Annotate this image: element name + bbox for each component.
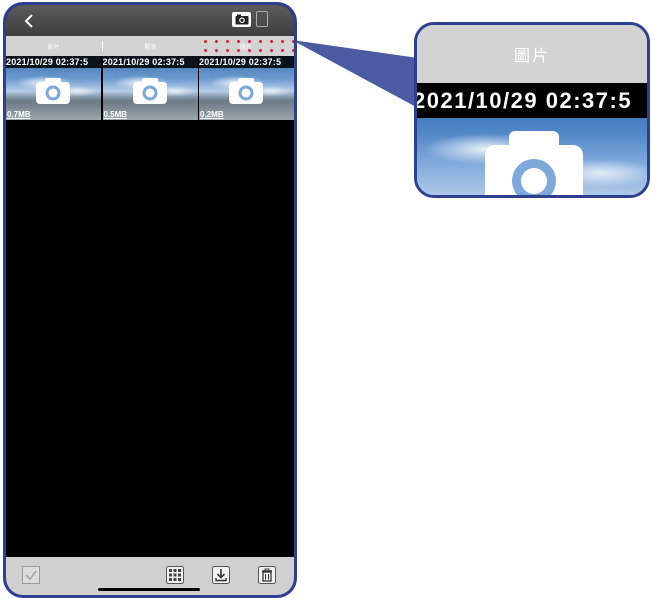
- thumbnail-date: 2021/10/29 02:37:5: [6, 56, 101, 68]
- tab-bar: 影片 緊急 圖片: [6, 36, 294, 56]
- camera-icon: [36, 78, 70, 104]
- tab-emergency[interactable]: 緊急: [103, 36, 199, 56]
- top-bar: [6, 5, 294, 36]
- thumbnail-grid: 2021/10/29 02:37:5 0.7MB 2021/10/29 02:3…: [6, 56, 294, 120]
- download-button[interactable]: [212, 566, 230, 584]
- trash-icon: [258, 566, 276, 584]
- select-button[interactable]: [22, 566, 40, 584]
- delete-button[interactable]: [258, 566, 276, 584]
- thumbnail-size: 0.7MB: [7, 110, 31, 119]
- bottom-toolbar: [6, 557, 294, 595]
- tab-video[interactable]: 影片: [6, 36, 102, 56]
- thumbnail-size: 0.5MB: [103, 110, 128, 119]
- zoom-callout: 圖片 2021/10/29 02:37:5: [414, 22, 650, 198]
- grid-icon: [166, 566, 184, 584]
- check-icon: [25, 570, 37, 581]
- phone-frame: 影片 緊急 圖片 2021/10/29 02:37:5 0.7MB 2021/1…: [3, 2, 297, 598]
- thumbnail-date: 2021/10/29 02:37:5: [199, 56, 294, 68]
- camera-icon: [235, 14, 248, 25]
- thumbnail-date: 2021/10/29 02:37:5: [102, 56, 198, 68]
- zoom-thumbnail-date: 2021/10/29 02:37:5: [417, 83, 647, 118]
- zoom-thumbnail: 2021/10/29 02:37:5: [417, 83, 647, 195]
- phone-mode-button[interactable]: [256, 11, 268, 27]
- thumbnail-item[interactable]: 2021/10/29 02:37:5 0.5MB: [102, 56, 198, 120]
- zoom-tab-photo: 圖片: [417, 25, 647, 83]
- tab-photo[interactable]: 圖片: [198, 36, 294, 56]
- camera-icon: [485, 131, 583, 195]
- camera-icon: [132, 78, 167, 104]
- back-button[interactable]: [18, 10, 40, 32]
- camera-mode-button[interactable]: [232, 12, 251, 27]
- grid-view-button[interactable]: [166, 566, 184, 584]
- thumbnail-item[interactable]: 2021/10/29 02:37:5 0.7MB: [6, 56, 101, 120]
- download-icon: [212, 566, 230, 584]
- chevron-left-icon: [24, 14, 33, 28]
- home-indicator: [98, 588, 200, 591]
- thumbnail-size: 0.2MB: [200, 110, 224, 119]
- camera-icon: [229, 78, 263, 104]
- thumbnail-item[interactable]: 2021/10/29 02:37:5 0.2MB: [199, 56, 294, 120]
